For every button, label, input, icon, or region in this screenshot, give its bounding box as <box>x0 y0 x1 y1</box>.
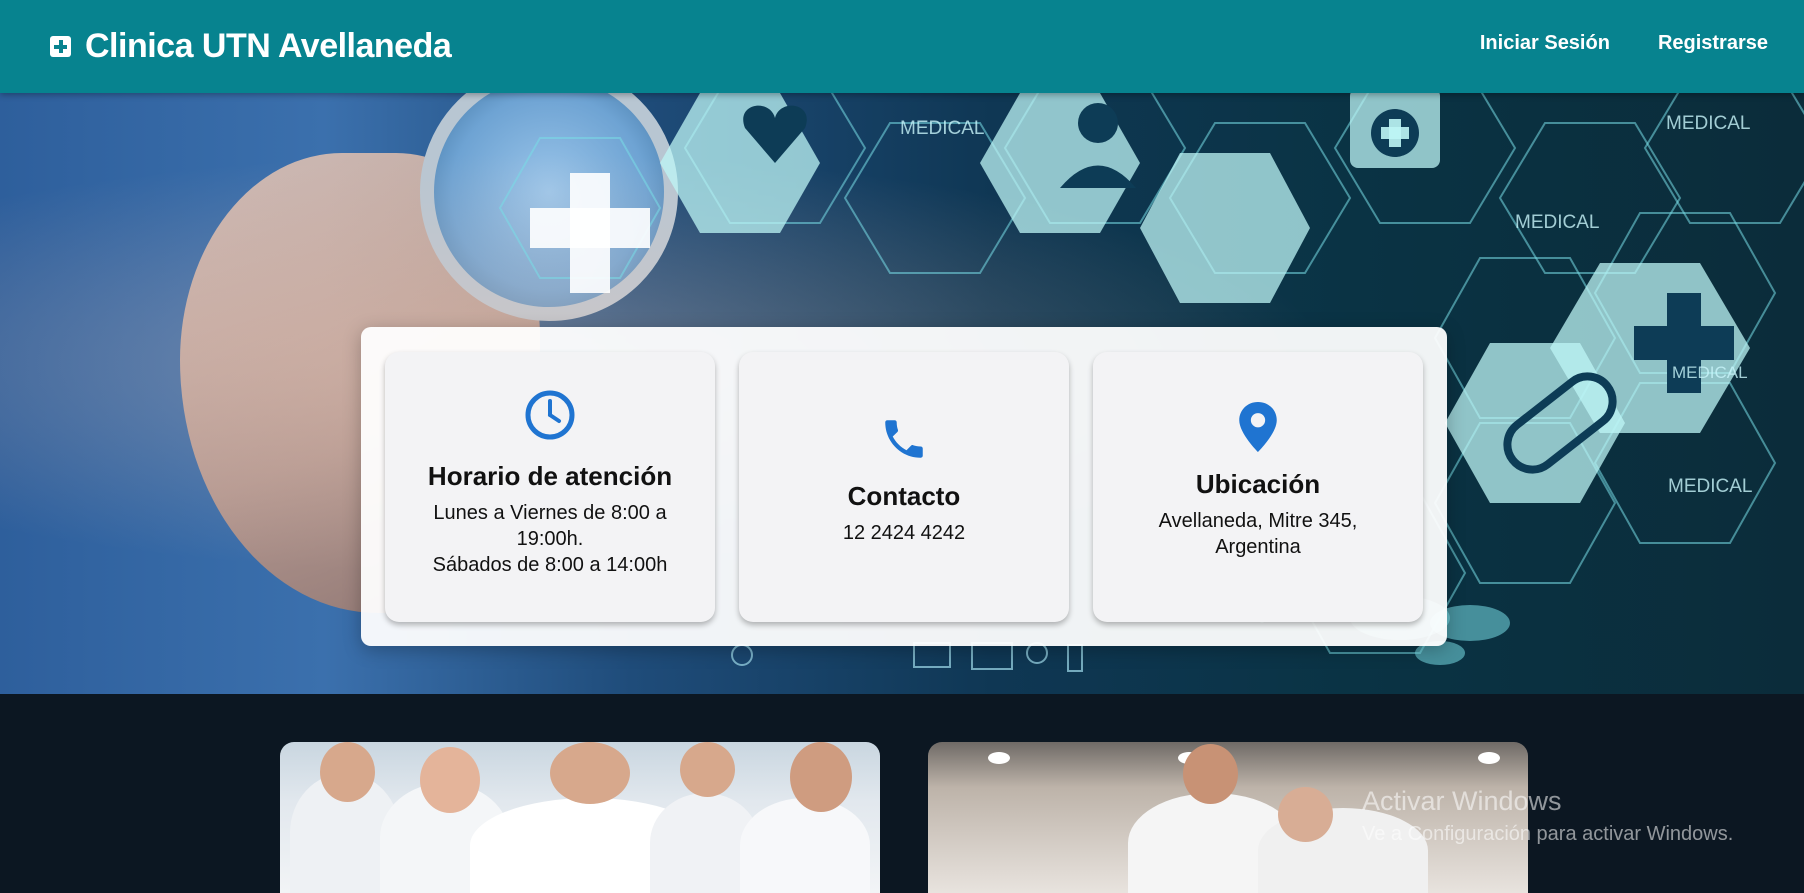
card-text: Avellaneda, Mitre 345, Argentina <box>1158 510 1358 558</box>
info-panel: Horario de atención Lunes a Viernes de 8… <box>361 327 1447 646</box>
card-text: 12 2424 4242 <box>842 522 966 544</box>
doctors-team-photo <box>280 742 880 893</box>
hex-label-medical: MEDICAL <box>1666 113 1750 134</box>
brand-title: Clinica UTN Avellaneda <box>85 26 452 65</box>
card-title: Contacto <box>847 481 961 511</box>
info-card-contact: Contacto 12 2424 4242 <box>739 352 1069 622</box>
login-link[interactable]: Iniciar Sesión <box>1480 32 1610 55</box>
hex-label-medical: MEDICAL <box>900 118 984 139</box>
hex-label-medical: MEDICAL <box>1515 212 1599 233</box>
brand-link[interactable]: Clinica UTN Avellaneda <box>50 22 452 70</box>
phone-icon <box>885 420 923 458</box>
card-title: Ubicación <box>1195 469 1321 499</box>
clock-icon <box>525 390 575 440</box>
windows-activation-watermark: Activar Windows Ve a Configuración para … <box>1362 786 1734 845</box>
hex-label-medical: MEDICAL <box>1668 476 1752 497</box>
hex-label-medical: MEDICAL <box>1672 363 1748 382</box>
card-text: Lunes a Viernes de 8:00 a 19:00h. Sábado… <box>432 502 668 576</box>
medical-cross-icon <box>50 35 71 57</box>
hero-banner: MEDICAL MEDICAL MEDICAL MEDICAL MEDICAL … <box>0 93 1804 694</box>
location-pin-icon <box>1239 402 1277 452</box>
top-navbar: Clinica UTN Avellaneda Iniciar Sesión Re… <box>0 0 1804 93</box>
card-title: Horario de atención <box>427 461 673 491</box>
register-link[interactable]: Registrarse <box>1658 32 1768 55</box>
info-card-location: Ubicación Avellaneda, Mitre 345, Argenti… <box>1093 352 1423 622</box>
info-card-hours: Horario de atención Lunes a Viernes de 8… <box>385 352 715 622</box>
nav-links: Iniciar Sesión Registrarse <box>1480 32 1768 55</box>
